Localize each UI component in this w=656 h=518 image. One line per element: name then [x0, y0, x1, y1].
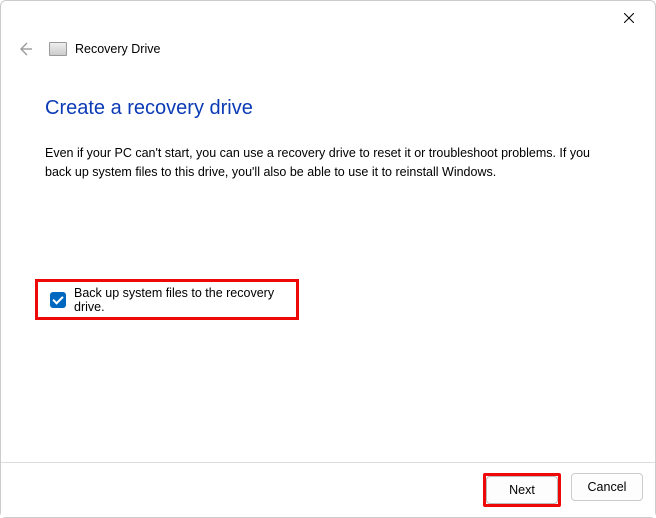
- button-bar: Next Cancel: [1, 462, 655, 517]
- next-button[interactable]: Next: [486, 476, 558, 504]
- close-button[interactable]: [615, 4, 643, 32]
- backup-system-files-label: Back up system files to the recovery dri…: [74, 286, 284, 314]
- content-area: Create a recovery drive Even if your PC …: [1, 59, 655, 182]
- back-button[interactable]: [15, 39, 35, 59]
- page-description: Even if your PC can't start, you can use…: [45, 144, 595, 182]
- dialog-title: Recovery Drive: [75, 42, 160, 56]
- cancel-button[interactable]: Cancel: [571, 473, 643, 501]
- backup-system-files-checkbox[interactable]: [50, 292, 66, 308]
- recovery-drive-icon: [49, 42, 67, 56]
- next-button-highlight: Next: [483, 473, 561, 507]
- page-heading: Create a recovery drive: [45, 97, 611, 120]
- titlebar: [1, 1, 655, 35]
- checkbox-section: Back up system files to the recovery dri…: [35, 279, 299, 320]
- header-row: Recovery Drive: [1, 39, 655, 59]
